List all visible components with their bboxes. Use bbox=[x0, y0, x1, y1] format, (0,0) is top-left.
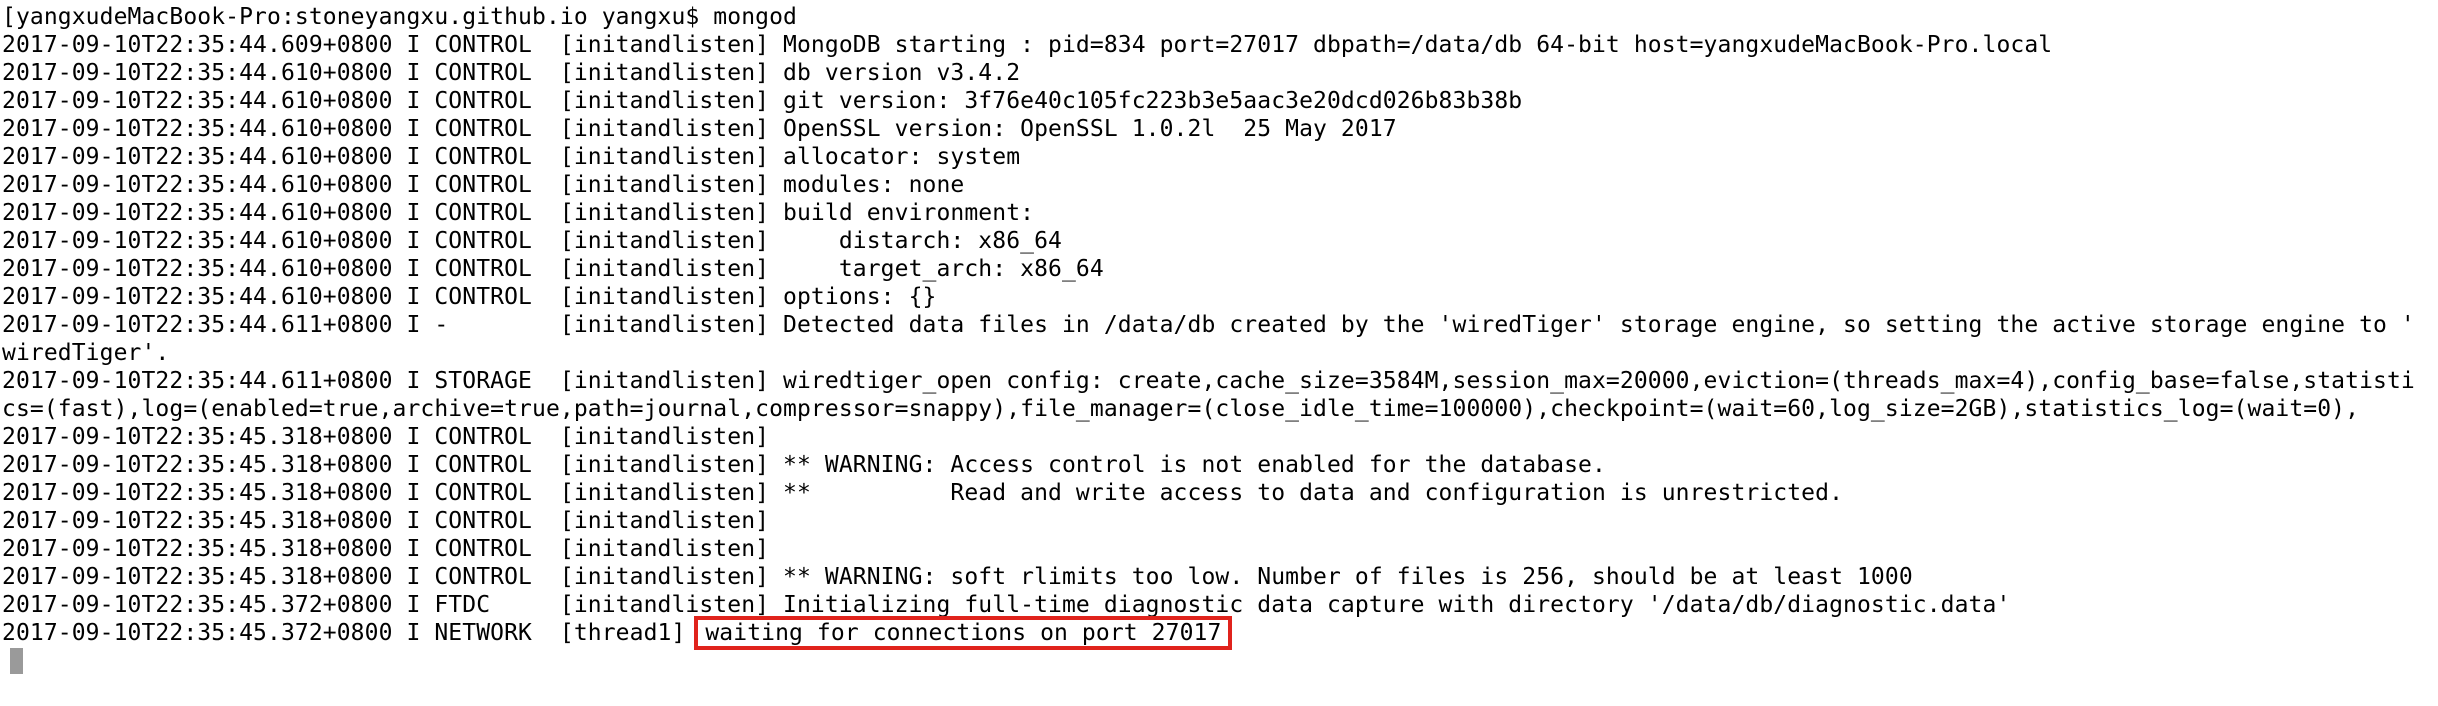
log-line-prefix: 2017-09-10T22:35:45.372+0800 I NETWORK [… bbox=[2, 620, 700, 646]
log-line: 2017-09-10T22:35:44.610+0800 I CONTROL [… bbox=[2, 284, 937, 310]
text-cursor bbox=[10, 648, 23, 674]
log-line-network: 2017-09-10T22:35:45.372+0800 I NETWORK [… bbox=[2, 616, 2438, 650]
log-line: 2017-09-10T22:35:44.610+0800 I CONTROL [… bbox=[2, 144, 1021, 170]
log-line: 2017-09-10T22:35:45.318+0800 I CONTROL [… bbox=[2, 508, 770, 534]
log-line: 2017-09-10T22:35:44.610+0800 I CONTROL [… bbox=[2, 60, 1021, 86]
log-line: 2017-09-10T22:35:44.610+0800 I CONTROL [… bbox=[2, 172, 965, 198]
log-line: 2017-09-10T22:35:44.610+0800 I CONTROL [… bbox=[2, 88, 1523, 114]
log-line: cs=(fast),log=(enabled=true,archive=true… bbox=[2, 396, 2360, 422]
log-line: 2017-09-10T22:35:45.318+0800 I CONTROL [… bbox=[2, 452, 1606, 478]
log-line: 2017-09-10T22:35:44.610+0800 I CONTROL [… bbox=[2, 256, 1104, 282]
log-line: 2017-09-10T22:35:44.611+0800 I - [initan… bbox=[2, 312, 2415, 338]
log-line: 2017-09-10T22:35:45.318+0800 I CONTROL [… bbox=[2, 480, 1844, 506]
log-line: 2017-09-10T22:35:45.318+0800 I CONTROL [… bbox=[2, 536, 770, 562]
log-line: 2017-09-10T22:35:44.609+0800 I CONTROL [… bbox=[2, 32, 2053, 58]
terminal-window[interactable]: [yangxudeMacBook-Pro:stoneyangxu.github.… bbox=[0, 0, 2438, 706]
log-line: 2017-09-10T22:35:44.611+0800 I STORAGE [… bbox=[2, 368, 2415, 394]
log-line: 2017-09-10T22:35:45.318+0800 I CONTROL [… bbox=[2, 564, 1913, 590]
cursor-line bbox=[2, 647, 2438, 675]
log-line: 2017-09-10T22:35:44.610+0800 I CONTROL [… bbox=[2, 228, 1062, 254]
log-line: 2017-09-10T22:35:45.318+0800 I CONTROL [… bbox=[2, 424, 770, 450]
prompt-line: [yangxudeMacBook-Pro:stoneyangxu.github.… bbox=[2, 4, 797, 30]
log-line: 2017-09-10T22:35:45.372+0800 I FTDC [ini… bbox=[2, 592, 2011, 618]
log-output: 2017-09-10T22:35:44.609+0800 I CONTROL [… bbox=[2, 31, 2438, 650]
log-line: wiredTiger'. bbox=[2, 340, 170, 366]
highlighted-connection-message: waiting for connections on port 27017 bbox=[694, 616, 1233, 650]
log-line: 2017-09-10T22:35:44.610+0800 I CONTROL [… bbox=[2, 200, 1035, 226]
log-line: 2017-09-10T22:35:44.610+0800 I CONTROL [… bbox=[2, 116, 1397, 142]
